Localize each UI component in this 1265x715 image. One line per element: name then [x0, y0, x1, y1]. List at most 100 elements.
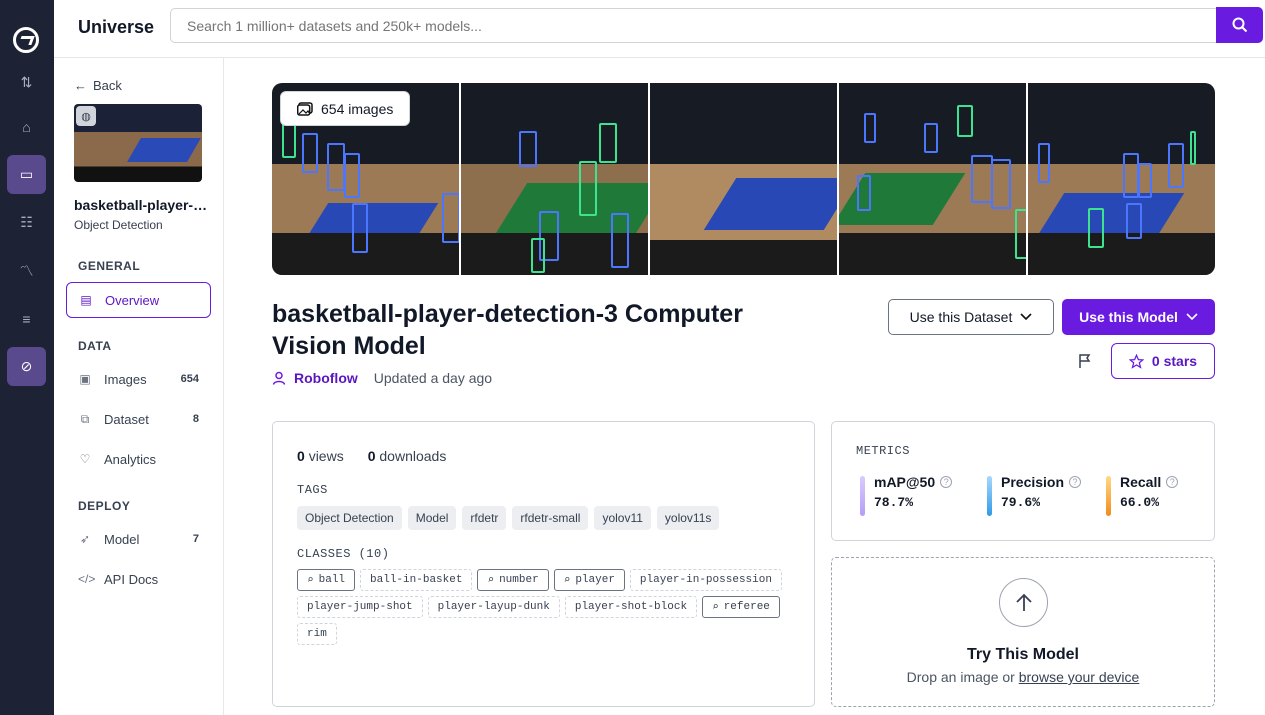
brand-title[interactable]: Universe: [78, 17, 154, 38]
inbox-icon[interactable]: ▭: [7, 155, 46, 194]
upload-arrow-icon[interactable]: [999, 578, 1048, 627]
image-count-badge[interactable]: 654 images: [280, 91, 411, 126]
use-dataset-label: Use this Dataset: [909, 309, 1013, 325]
metric-value: 79.6%: [1001, 495, 1041, 510]
class-chip: rim: [297, 623, 337, 645]
sidebar-item-api-docs[interactable]: </> API Docs: [66, 561, 211, 597]
page-title: basketball-player-detection-3 Computer V…: [272, 300, 743, 360]
tag[interactable]: yolov11s: [656, 506, 720, 530]
workflow-icon[interactable]: ☷: [7, 203, 46, 242]
class-chip[interactable]: ⌕ ball: [297, 569, 356, 591]
gallery-image[interactable]: [650, 83, 837, 275]
tag[interactable]: rfdetr: [462, 506, 507, 530]
code-icon: </>: [78, 572, 96, 586]
metric-map: mAP@50? 78.7%: [860, 474, 953, 518]
metric-bar: [860, 476, 865, 516]
section-deploy: DEPLOY: [78, 499, 131, 513]
views-stat: 0 views: [297, 448, 344, 464]
magnifier-icon: ⌕: [563, 575, 571, 587]
images-icon: [297, 101, 313, 116]
dataset-thumbnail[interactable]: ◍: [74, 104, 202, 182]
metric-label: mAP@50: [874, 474, 936, 490]
chevron-down-icon: [1020, 313, 1032, 321]
updated-text: Updated a day ago: [373, 370, 493, 386]
image-count-label: 654 images: [321, 100, 394, 117]
class-chip[interactable]: ⌕ player: [553, 569, 625, 591]
metric-bar: [1106, 476, 1111, 516]
gallery-image[interactable]: [1028, 83, 1215, 275]
sidebar-item-label: Dataset: [104, 411, 149, 427]
magnifier-icon: ⌕: [307, 575, 314, 587]
search-icon: [1232, 17, 1247, 33]
app-rail: ⇅ ⌂ ▭ ☷ 〽 ≡ ⊘: [0, 0, 54, 715]
image-gallery[interactable]: [272, 83, 1215, 275]
star-button[interactable]: 0 stars: [1111, 343, 1215, 379]
classes-list: ⌕ ball ball-in-basket ⌕ number ⌕ player pla…: [297, 569, 797, 645]
use-model-button[interactable]: Use this Model: [1062, 299, 1215, 335]
search-button[interactable]: [1216, 7, 1263, 43]
sidebar-item-model[interactable]: ➶ Model 7: [66, 521, 211, 557]
sidebar-item-label: Analytics: [104, 451, 157, 467]
stats-row: 0 views 0 downloads: [297, 448, 446, 464]
class-chip: player-jump-shot: [297, 596, 423, 618]
use-model-label: Use this Model: [1079, 309, 1178, 325]
gallery-image[interactable]: [461, 83, 648, 275]
try-model-subtitle: Drop an image or browse your device: [906, 669, 1140, 685]
analytics-icon[interactable]: 〽: [7, 251, 46, 290]
user-icon: [272, 371, 286, 385]
search-input[interactable]: [170, 8, 1217, 43]
metric-value: 78.7%: [874, 495, 914, 510]
home-icon[interactable]: ⌂: [7, 107, 46, 146]
tag[interactable]: rfdetr-small: [512, 506, 589, 530]
image-icon: ▣: [79, 372, 91, 386]
arrow-left-icon: ←: [74, 78, 87, 93]
globe-icon: ◍: [76, 106, 96, 126]
sidebar-item-analytics[interactable]: ♡ Analytics: [66, 441, 211, 477]
flag-icon[interactable]: [1075, 351, 1095, 371]
class-chip: player-in-possession: [629, 569, 782, 591]
metric-precision: Precision? 79.6%: [987, 474, 1082, 518]
metrics-card: METRICS mAP@50? 78.7% Precision? 79.6% R…: [831, 421, 1215, 541]
tag[interactable]: Model: [407, 506, 457, 530]
owner-row: Roboflow Updated a day ago: [272, 370, 492, 386]
back-label: Back: [93, 78, 122, 93]
use-dataset-button[interactable]: Use this Dataset: [888, 299, 1054, 335]
class-chip[interactable]: ⌕ referee: [702, 596, 780, 618]
help-icon[interactable]: ?: [1166, 476, 1179, 488]
gallery-image[interactable]: [839, 83, 1026, 275]
sidebar-item-label: Overview: [105, 292, 160, 308]
stars-label: 0 stars: [1151, 353, 1198, 369]
metrics-heading: METRICS: [856, 444, 910, 458]
sort-icon[interactable]: ⇅: [7, 63, 46, 102]
database-icon[interactable]: ≡: [7, 299, 46, 338]
class-chip: ball-in-basket: [360, 569, 473, 591]
browse-device-link[interactable]: browse your device: [1019, 669, 1140, 685]
class-chip[interactable]: ⌕ number: [477, 569, 549, 591]
tag[interactable]: Object Detection: [297, 506, 402, 530]
sidebar-item-overview[interactable]: ▤ Overview: [66, 282, 211, 318]
dataset-name: basketball-player-detection-3: [74, 197, 214, 213]
downloads-stat: 0 downloads: [367, 448, 447, 464]
folders-icon: ⧉: [80, 411, 90, 426]
tags-list: Object Detection Model rfdetr rfdetr-sma…: [297, 506, 720, 530]
magnifier-icon: ⌕: [487, 575, 495, 587]
help-icon[interactable]: ?: [1069, 476, 1082, 488]
document-icon: ▤: [80, 293, 92, 307]
classes-heading: CLASSES (10): [297, 547, 390, 561]
roboflow-logo-icon[interactable]: [13, 27, 39, 53]
dataset-count: 8: [192, 413, 199, 425]
chevron-down-icon: [1186, 313, 1198, 321]
back-link[interactable]: ← Back: [74, 78, 122, 93]
universe-icon[interactable]: ⊘: [7, 347, 46, 386]
sidebar-item-dataset[interactable]: ⧉ Dataset 8: [66, 401, 211, 437]
tags-heading: TAGS: [297, 483, 328, 497]
rocket-icon: ➶: [79, 532, 91, 546]
owner-link[interactable]: Roboflow: [294, 370, 358, 386]
dataset-type: Object Detection: [74, 218, 163, 232]
top-bar: Universe: [54, 0, 1265, 58]
help-icon[interactable]: ?: [940, 476, 953, 488]
sidebar-item-images[interactable]: ▣ Images 654: [66, 361, 211, 397]
try-model-dropzone[interactable]: Try This Model Drop an image or browse y…: [831, 557, 1215, 707]
class-chip: player-layup-dunk: [427, 596, 560, 618]
tag[interactable]: yolov11: [594, 506, 651, 530]
